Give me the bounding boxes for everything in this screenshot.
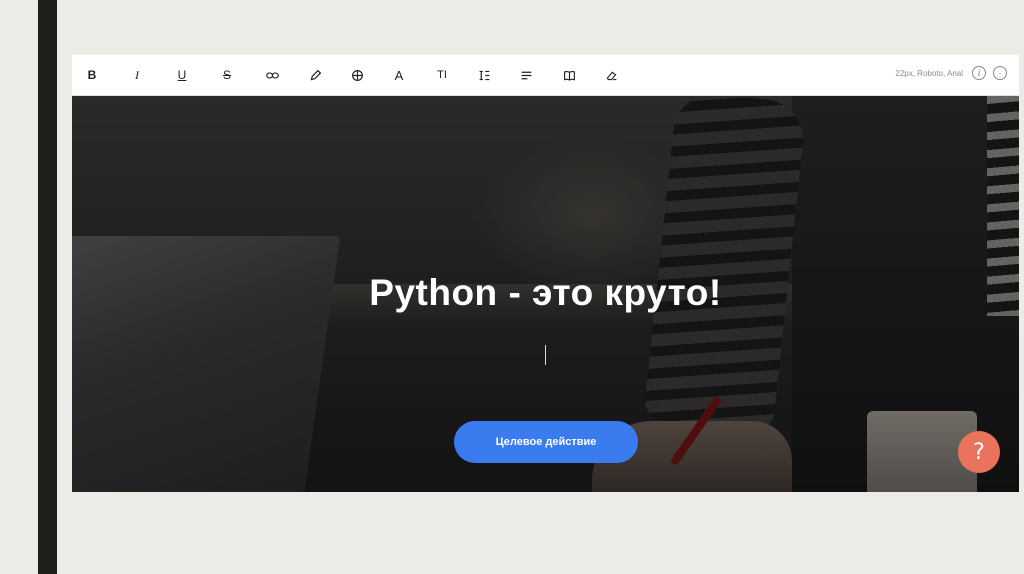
question-icon: ? (973, 439, 985, 465)
book-button[interactable] (558, 64, 580, 86)
pencil-icon (310, 69, 321, 80)
book-icon (563, 70, 575, 81)
formatting-toolbar: B I U S A TI 22px, Roboto, Arial i · (72, 55, 1019, 96)
hero-block: Python - это круто! Целевое действие (72, 96, 1019, 492)
color-button[interactable] (304, 64, 326, 86)
underline-icon: U (177, 68, 187, 82)
page-editor: B I U S A TI 22px, Roboto, Arial i · Pyt… (72, 55, 1019, 492)
font-button[interactable]: A (388, 64, 410, 86)
font-size-button[interactable]: TI (431, 64, 453, 86)
link-button[interactable] (261, 64, 283, 86)
clear-format-button[interactable] (600, 64, 622, 86)
dot-icon: · (998, 68, 1002, 78)
italic-icon: I (135, 67, 139, 82)
underline-button[interactable]: U (171, 64, 193, 86)
bold-icon: B (87, 68, 97, 82)
text-cursor (545, 345, 546, 365)
strikethrough-icon: S (222, 68, 231, 82)
strikethrough-button[interactable]: S (216, 64, 238, 86)
align-left-icon (521, 71, 531, 79)
info-button[interactable]: i (972, 66, 986, 80)
info-icon: i (977, 68, 981, 78)
line-height-icon (479, 70, 489, 80)
cta-button[interactable]: Целевое действие (454, 421, 638, 463)
italic-button[interactable]: I (126, 64, 148, 86)
align-button[interactable] (515, 64, 537, 86)
eraser-icon (606, 70, 616, 80)
text-size-icon: TI (437, 69, 447, 81)
help-button[interactable]: ? (958, 431, 1000, 473)
font-info-label: 22px, Roboto, Arial (895, 69, 963, 78)
more-button[interactable]: · (993, 66, 1007, 80)
globe-button[interactable] (346, 64, 368, 86)
left-sidebar-strip (38, 0, 57, 574)
font-icon: A (394, 67, 404, 83)
globe-icon (351, 69, 363, 81)
hero-title[interactable]: Python - это круто! (72, 272, 1019, 314)
line-height-button[interactable] (473, 64, 495, 86)
bold-button[interactable]: B (81, 64, 103, 86)
link-icon (265, 71, 279, 79)
